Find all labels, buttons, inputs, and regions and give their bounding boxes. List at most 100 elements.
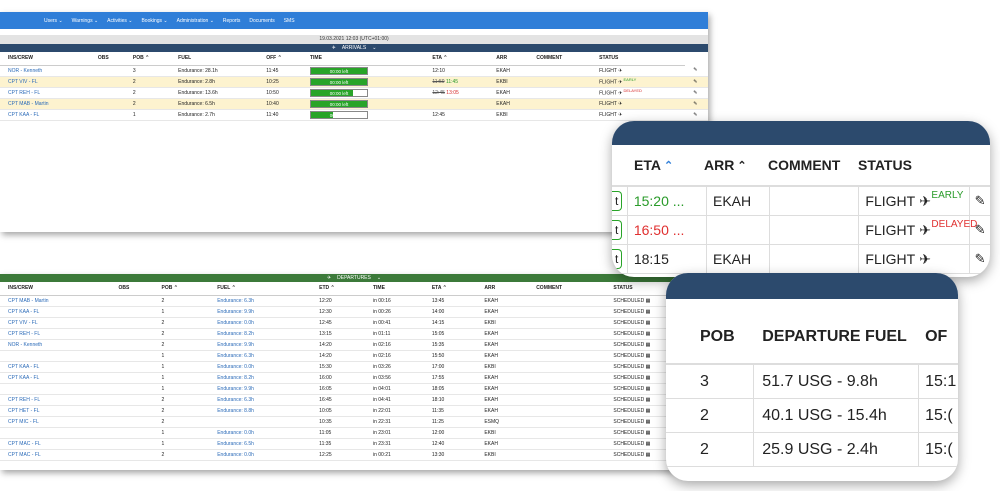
table-row[interactable]: CPT VIV - FL 2 Endurance: 2.8h 10:25 00:00 l… <box>0 76 708 88</box>
crew-link[interactable]: CPT REH - FL <box>0 87 90 99</box>
table-row[interactable]: CPT KAA - FL 1 Endurance: 2.7h 11:40 00:41 l… <box>0 109 708 121</box>
departure-fuel-column-header[interactable]: DEPARTURE FUEL <box>754 311 919 363</box>
column-header-eta[interactable]: ETA ⌃ <box>423 282 477 296</box>
pob-column-header[interactable]: POB <box>666 311 754 363</box>
table-row[interactable]: NOR - Kenneth 3 Endurance: 28.1h 11:45 00:00… <box>0 65 708 77</box>
column-header-arr[interactable]: ARR <box>476 282 529 296</box>
zoom-departure-row[interactable]: 2 25.9 USG - 2.4h 15:( <box>666 433 958 467</box>
zoom-departure-row[interactable]: 2 40.1 USG - 15.4h 15:( <box>666 399 958 433</box>
fuel-link[interactable]: Endurance: 8.2h <box>209 372 312 384</box>
table-row[interactable]: 1 Endurance: 6.3h 14:20 in 02:16 15:50 EKAH SC… <box>0 350 708 362</box>
column-header-eta[interactable]: ETA ⌃ <box>424 52 489 66</box>
pencil-icon[interactable]: ✎ <box>693 90 697 96</box>
crew-link[interactable]: CPT KAA - FL <box>0 361 111 373</box>
zoom-arrival-row[interactable]: t 15:20 ... EKAH FLIGHT ✈ EARLY ✎ <box>612 187 990 216</box>
off-column-header[interactable]: OF <box>919 311 958 363</box>
table-row[interactable]: CPT REH - FL 2 Endurance: 13.6h 10:50 00:00 … <box>0 87 708 99</box>
crew-link[interactable]: CPT MAB - Martin <box>0 98 90 110</box>
pencil-icon[interactable]: ✎ <box>693 79 697 85</box>
table-row[interactable]: NOR - Kenneth 2 Endurance: 9.9h 14:20 in 02:… <box>0 339 708 351</box>
table-row[interactable]: 1 Endurance: 9.9h 16:05 in 04:01 18:05 EKAH SC… <box>0 383 708 395</box>
table-row[interactable]: CPT MAB - Martin 2 Endurance: 6.3h 12:20 in … <box>0 295 708 307</box>
fuel-link[interactable]: Endurance: 6.3h <box>209 350 312 362</box>
table-row[interactable]: CPT MAC - FL 1 Endurance: 6.5h 11:35 in 23:3… <box>0 438 708 450</box>
column-header-fuel[interactable]: FUEL <box>170 52 259 66</box>
pencil-icon[interactable]: ✎ <box>693 67 697 73</box>
crew-link[interactable]: NOR - Kenneth <box>0 65 90 77</box>
column-header-time[interactable]: TIME <box>364 282 424 296</box>
crew-link[interactable]: CPT KAA - FL <box>0 306 111 318</box>
table-row[interactable]: CPT REH - FL 2 Endurance: 8.2h 13:15 in 01:1… <box>0 328 708 340</box>
crew-link[interactable]: CPT KAA - FL <box>0 372 111 384</box>
sort-up-icon[interactable]: ⌃ <box>664 159 673 172</box>
crew-link[interactable]: CPT VIV - FL <box>0 76 90 88</box>
nav-item-reports[interactable]: Reports <box>223 18 241 24</box>
crew-link[interactable]: CPT MAC - FL <box>0 438 111 450</box>
fuel-link[interactable]: Endurance: 6.3h <box>209 295 312 307</box>
table-row[interactable]: CPT VIV - FL 2 Endurance: 0.0h 12:45 in 00:4… <box>0 317 708 329</box>
eta-column-header[interactable]: ETA ⌃ <box>612 145 698 185</box>
fuel-link[interactable]: Endurance: 0.0h <box>209 361 312 373</box>
column-header-ins-crew[interactable]: INS/CREW <box>0 52 90 66</box>
column-header-comment[interactable]: COMMENT <box>528 282 606 296</box>
table-row[interactable]: 1 Endurance: 0.0h 11:05 in 23:01 12:00 EKBI SC… <box>0 427 708 439</box>
table-row[interactable]: CPT HET - FL 2 Endurance: 8.8h 10:05 in 22:0… <box>0 405 708 417</box>
fuel-link[interactable] <box>209 416 312 428</box>
table-row[interactable]: CPT REH - FL 2 Endurance: 6.3h 16:45 in 04:4… <box>0 394 708 406</box>
fuel-link[interactable]: Endurance: 9.9h <box>209 383 312 395</box>
crew-link[interactable]: CPT MIC - FL <box>0 416 111 428</box>
column-header-pob[interactable]: POB ⌃ <box>153 282 210 296</box>
column-header-fuel[interactable]: FUEL ⌃ <box>209 282 312 296</box>
arrivals-section-header[interactable]: ✈ ARRIVALS ⌄ <box>0 44 708 52</box>
fuel-link[interactable]: Endurance: 6.3h <box>209 394 312 406</box>
table-row[interactable]: CPT KAA - FL 1 Endurance: 0.0h 15:30 in 03:2… <box>0 361 708 373</box>
fuel-link[interactable]: Endurance: 0.0h <box>209 449 312 461</box>
pencil-icon[interactable]: ✎ <box>975 193 986 209</box>
table-row[interactable]: CPT KAA - FL 1 Endurance: 8.2h 16:00 in 03:5… <box>0 372 708 384</box>
column-header-off[interactable]: OFF ⌃ <box>258 52 302 66</box>
nav-item-sms[interactable]: SMS <box>284 18 295 24</box>
zoom-arrival-row[interactable]: t 16:50 ... FLIGHT ✈ DELAYED ✎ <box>612 216 990 245</box>
crew-link[interactable]: CPT HET - FL <box>0 405 111 417</box>
table-row[interactable]: CPT MAC - FL 2 Endurance: 0.0h 12:25 in 00:2… <box>0 449 708 461</box>
crew-link[interactable] <box>0 383 111 395</box>
column-header-obs[interactable]: OBS <box>89 52 125 66</box>
crew-link[interactable]: CPT REH - FL <box>0 328 111 340</box>
fuel-link[interactable]: Endurance: 9.9h <box>209 306 312 318</box>
nav-item-bookings[interactable]: Bookings ⌄ <box>141 18 167 24</box>
column-header-obs[interactable]: OBS <box>110 282 154 296</box>
nav-item-administration[interactable]: Administration ⌄ <box>177 18 214 24</box>
column-header-arr[interactable]: ARR <box>488 52 529 66</box>
nav-item-warnings[interactable]: Warnings ⌄ <box>72 18 99 24</box>
fuel-link[interactable]: Endurance: 9.9h <box>209 339 312 351</box>
nav-item-activities[interactable]: Activities ⌄ <box>107 18 132 24</box>
pencil-icon[interactable]: ✎ <box>693 101 697 107</box>
fuel-link[interactable]: Endurance: 0.0h <box>209 317 312 329</box>
fuel-link[interactable]: Endurance: 6.5h <box>209 438 312 450</box>
column-header-status[interactable]: STATUS <box>591 52 686 66</box>
crew-link[interactable]: CPT MAB - Martin <box>0 295 111 307</box>
nav-item-documents[interactable]: Documents <box>249 18 274 24</box>
fuel-link[interactable]: Endurance: 8.2h <box>209 328 312 340</box>
crew-link[interactable]: CPT VIV - FL <box>0 317 111 329</box>
column-header-time[interactable]: TIME <box>301 52 425 66</box>
crew-link[interactable]: NOR - Kenneth <box>0 339 111 351</box>
fuel-link[interactable]: Endurance: 8.8h <box>209 405 312 417</box>
pencil-icon[interactable]: ✎ <box>975 251 986 267</box>
crew-link[interactable]: CPT KAA - FL <box>0 109 90 121</box>
crew-link[interactable]: CPT MAC - FL <box>0 449 111 461</box>
sort-up-icon[interactable]: ⌃ <box>737 159 746 172</box>
pencil-icon[interactable]: ✎ <box>693 112 697 118</box>
arr-column-header[interactable]: ARR ⌃ <box>698 145 762 185</box>
zoom-arrival-row[interactable]: t 18:15 EKAH FLIGHT ✈ ✎ <box>612 245 990 274</box>
departures-section-header[interactable]: ✈ DEPARTURES ⌄ <box>0 274 708 282</box>
crew-link[interactable] <box>0 350 111 362</box>
table-row[interactable]: CPT MAB - Martin 2 Endurance: 6.5h 10:40 00:… <box>0 98 708 110</box>
nav-item-users[interactable]: Users ⌄ <box>44 18 63 24</box>
table-row[interactable]: CPT MIC - FL 2 10:35 in 22:31 11:25 ESMQ SCHED… <box>0 416 708 428</box>
column-header-ins-crew[interactable]: INS/CREW <box>0 282 111 296</box>
fuel-link[interactable]: Endurance: 0.0h <box>209 427 312 439</box>
column-header-pob[interactable]: POB ⌃ <box>124 52 171 66</box>
crew-link[interactable]: CPT REH - FL <box>0 394 111 406</box>
table-row[interactable]: CPT KAA - FL 1 Endurance: 9.9h 12:30 in 00:2… <box>0 306 708 318</box>
